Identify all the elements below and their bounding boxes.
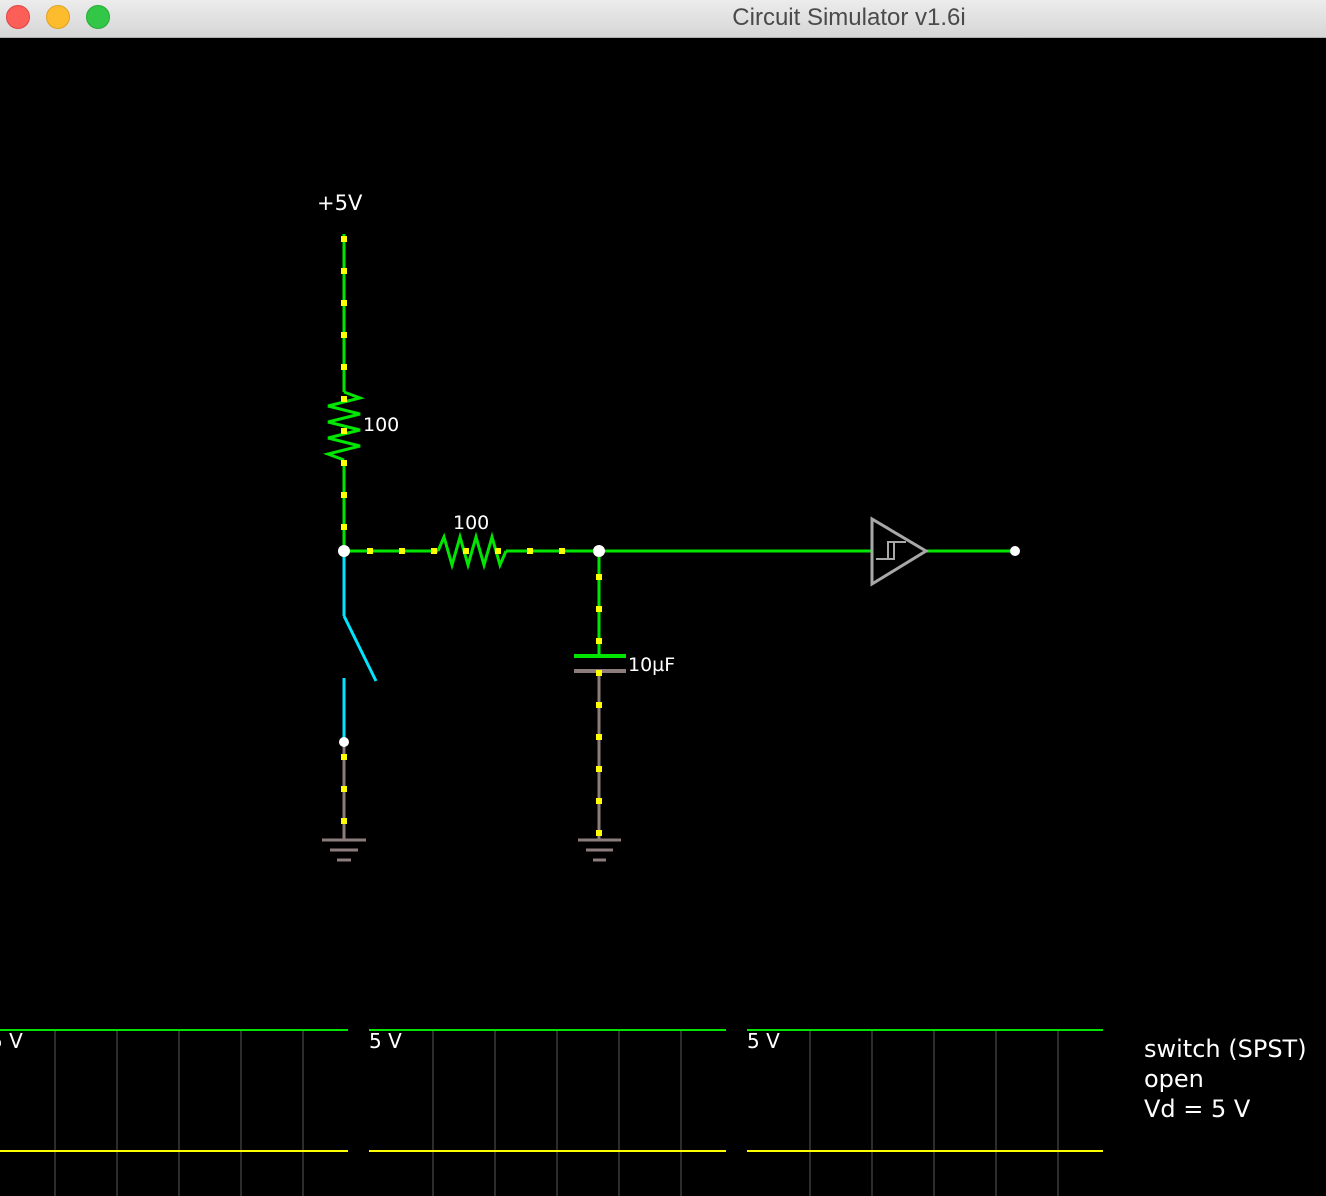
element-info-panel: switch (SPST) open Vd = 5 V	[1144, 1034, 1307, 1124]
scope-1-label: 5 V	[0, 1029, 23, 1053]
window-titlebar: Circuit Simulator v1.6i	[0, 0, 1326, 38]
scope-2-label: 5 V	[369, 1029, 402, 1053]
ground-symbol-left	[322, 838, 366, 862]
info-element-state: open	[1144, 1065, 1204, 1093]
junction-node-mid[interactable]	[593, 545, 605, 557]
resistor-top[interactable]	[322, 390, 366, 462]
current-dots	[341, 236, 602, 836]
capacitor-label: 10µF	[628, 654, 675, 676]
info-element-type: switch (SPST)	[1144, 1035, 1307, 1063]
resistor-top-label: 100	[363, 414, 399, 436]
switch-post-node[interactable]	[339, 737, 349, 747]
supply-label: +5V	[317, 191, 363, 215]
capacitor[interactable]	[574, 654, 626, 673]
info-element-voltage: Vd = 5 V	[1144, 1095, 1251, 1123]
node-wire[interactable]	[342, 460, 438, 553]
switch-spst[interactable]	[342, 551, 378, 742]
window-title: Circuit Simulator v1.6i	[732, 4, 966, 31]
junction-node-left[interactable]	[338, 545, 350, 557]
scope-2[interactable]: 5 V	[369, 1029, 726, 1196]
resistor-mid-label: 100	[453, 512, 489, 534]
schmitt-trigger[interactable]	[870, 516, 929, 587]
scope-3-label: 5 V	[747, 1029, 780, 1053]
circuit-canvas[interactable]: +5V 100 100 10µF V 5 V 5 V	[0, 38, 1326, 1196]
scope-3[interactable]: 5 V	[747, 1029, 1103, 1196]
ground-symbol-right	[578, 838, 621, 862]
output-node[interactable]	[1010, 546, 1020, 556]
scope-1[interactable]: 5 V	[0, 1029, 348, 1196]
